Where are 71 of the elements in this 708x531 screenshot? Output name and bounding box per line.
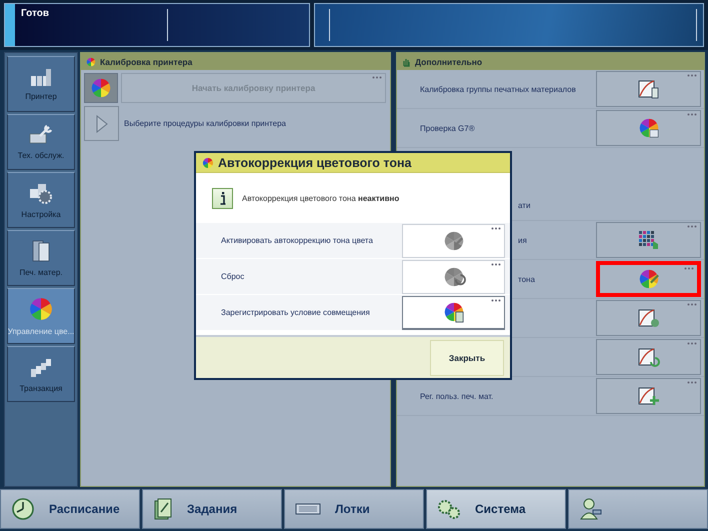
action-button[interactable] [402, 296, 505, 330]
play-icon [96, 114, 108, 132]
panel-title: Дополнительно [415, 56, 482, 66]
calibration-icon-button[interactable] [84, 73, 118, 103]
more-icon [687, 342, 697, 345]
more-icon [687, 113, 697, 116]
color-wheel-icon [636, 117, 660, 139]
status-text: Готов [20, 7, 50, 21]
option-button[interactable] [596, 339, 701, 375]
more-icon [687, 381, 697, 384]
more-icon [684, 267, 694, 270]
expand-button[interactable] [84, 106, 119, 141]
nav-tab[interactable]: Задания [142, 489, 282, 529]
close-button[interactable]: Закрыть [430, 340, 504, 376]
option-label: Калибровка группы печатных материалов [419, 84, 577, 94]
option-button[interactable] [596, 261, 701, 297]
gears-icon [437, 498, 461, 520]
more-icon [687, 225, 697, 228]
panel-title: Калибровка принтера [100, 56, 192, 66]
pages-icon [30, 239, 52, 263]
option-button[interactable] [596, 378, 701, 414]
more-icon [491, 262, 501, 266]
option-button[interactable] [596, 71, 701, 107]
sidebar-item[interactable]: Управление цве... [7, 288, 75, 344]
color-wheel-icon [90, 77, 112, 99]
action-label: Сброс [220, 272, 246, 281]
user-icon [579, 497, 603, 521]
nav-tab[interactable]: Система [426, 489, 566, 529]
grid-icon [636, 229, 660, 251]
option-label: Проверка G7® [419, 124, 476, 132]
nav-tab[interactable]: Расписание [0, 489, 140, 529]
curve-chart-icon [636, 307, 660, 329]
action-label: Зарегистрировать условие совмещения [220, 308, 371, 317]
sidebar-item[interactable]: Настройка [7, 172, 75, 228]
info-icon [212, 188, 233, 208]
status-indicator [5, 4, 15, 46]
sidebar-item[interactable]: Транзакция [7, 346, 75, 402]
sidebar-item[interactable]: Тех. обслуж. [7, 114, 75, 170]
more-icon [687, 74, 697, 77]
option-button[interactable] [596, 110, 701, 146]
curve-chart-icon [636, 346, 660, 368]
user-button[interactable] [568, 489, 708, 529]
curve-chart-icon [636, 385, 660, 407]
dialog-title: Автокоррекция цветового тона [218, 156, 412, 170]
option-label: ати [517, 201, 532, 210]
clock-icon [11, 497, 35, 521]
tray-icon [295, 501, 321, 517]
more-icon [687, 303, 697, 306]
option-label: тона [517, 274, 536, 284]
more-icon [491, 298, 501, 302]
color-wheel-icon [28, 296, 54, 322]
gear-icon [28, 181, 54, 205]
option-button[interactable] [596, 300, 701, 336]
curve-chart-icon [636, 78, 660, 100]
option-label: ия [517, 236, 528, 244]
more-icon [372, 76, 382, 79]
hand-icon [402, 56, 411, 66]
nav-tab[interactable]: Лотки [284, 489, 424, 529]
procedures-text: Выберите процедуры калибровки принтера [123, 119, 286, 128]
more-icon [491, 226, 501, 230]
option-button[interactable] [596, 222, 701, 258]
sidebar-item[interactable]: Принтер [7, 56, 75, 112]
wrench-icon [28, 124, 54, 146]
status-message: Автокоррекция цветового тона неактивно [242, 194, 400, 202]
option-label: Рег. польз. печ. мат. [419, 392, 494, 400]
document-icon [153, 497, 173, 521]
color-wheel-icon [86, 56, 96, 66]
sidebar-item[interactable]: Печ. матер. [7, 230, 75, 286]
printer-icon [29, 67, 53, 87]
color-wheel-icon [202, 156, 214, 168]
action-label: Активировать автокоррекцию тона цвета [220, 236, 374, 245]
